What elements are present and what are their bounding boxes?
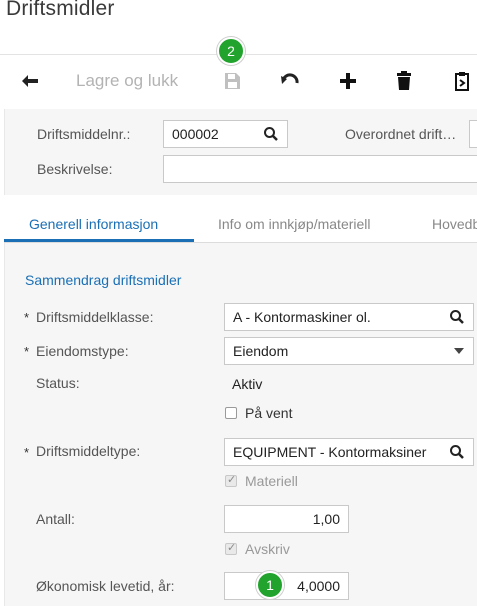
asset-type-field[interactable]: EQUIPMENT - Kontormaksiner	[224, 438, 474, 466]
active-tab-indicator	[4, 239, 194, 242]
asset-class-label: Driftsmiddelklasse:	[36, 309, 154, 325]
quantity-label: Antall:	[36, 511, 75, 527]
depreciate-label: Avskriv	[245, 541, 290, 557]
asset-class-value: A - Kontormaskiner ol.	[233, 309, 371, 325]
description-label: Beskrivelse:	[37, 161, 113, 177]
property-type-label: Eiendomstype:	[36, 343, 129, 359]
asset-no-value: 000002	[172, 126, 219, 142]
back-button[interactable]	[18, 69, 42, 93]
useful-life-field[interactable]: 4,0000	[224, 572, 349, 600]
asset-class-field[interactable]: A - Kontormaskiner ol.	[224, 303, 474, 331]
asset-no-field[interactable]: 000002	[163, 120, 288, 148]
description-field[interactable]	[163, 155, 477, 183]
depreciate-checkbox[interactable]	[225, 541, 237, 555]
asset-type-value: EQUIPMENT - Kontormaksiner	[233, 444, 427, 460]
floppy-disk-icon	[225, 73, 240, 89]
undo-icon	[281, 73, 299, 84]
undo-button[interactable]	[278, 69, 302, 93]
asset-no-label: Driftsmiddelnr.:	[37, 126, 131, 142]
header-section: Driftsmiddelnr.: 000002 Overordnet drift…	[4, 109, 477, 195]
required-mark: *	[24, 445, 30, 460]
asset-type-label: Driftsmiddeltype:	[36, 443, 141, 459]
search-icon[interactable]	[449, 444, 465, 460]
useful-life-value: 4,0000	[297, 578, 340, 594]
step-badge-life: 1	[256, 571, 284, 599]
tab-purchase-info[interactable]: Info om innkjøp/materiell	[218, 216, 371, 232]
material-label: Materiell	[245, 473, 298, 489]
step-badge-save: 2	[217, 37, 245, 65]
quantity-value: 1,00	[312, 511, 340, 527]
property-type-select[interactable]: Eiendom	[224, 337, 474, 365]
plus-icon	[340, 73, 356, 89]
required-mark: *	[24, 310, 30, 325]
save-close-button[interactable]: Lagre og lukk	[76, 69, 178, 93]
form-panel: Driftsmiddelnr.: 000002 Overordnet drift…	[0, 109, 477, 606]
status-label: Status:	[36, 375, 80, 391]
on-hold-label: På vent	[245, 405, 293, 421]
copy-button[interactable]	[452, 69, 472, 93]
clipboard-icon	[455, 72, 469, 91]
chevron-down-icon	[454, 348, 464, 354]
search-icon[interactable]	[449, 309, 465, 325]
parent-asset-field[interactable]	[469, 120, 477, 148]
page-title: Driftsmidler	[6, 0, 115, 20]
parent-asset-label: Overordnet drift…	[345, 126, 457, 142]
property-type-value: Eiendom	[233, 343, 289, 359]
tab-main[interactable]: Hovedb	[432, 216, 477, 232]
section-title: Sammendrag driftsmidler	[25, 272, 182, 288]
arrow-left-icon	[22, 75, 38, 87]
status-value: Aktiv	[232, 376, 263, 392]
toolbar: Lagre og lukk 2	[0, 37, 477, 110]
on-hold-checkbox[interactable]	[225, 407, 237, 419]
add-button[interactable]	[337, 69, 359, 93]
save-button[interactable]	[221, 69, 243, 93]
material-checkbox[interactable]	[225, 473, 237, 487]
tab-general[interactable]: Generell informasjon	[29, 216, 158, 232]
delete-button[interactable]	[394, 69, 414, 93]
trash-icon	[397, 71, 411, 90]
useful-life-label: Økonomisk levetid, år:	[36, 578, 175, 594]
search-icon[interactable]	[263, 126, 279, 142]
save-close-label: Lagre og lukk	[76, 71, 179, 90]
general-tab-content	[4, 243, 477, 606]
tab-bar: Generell informasjon Info om innkjøp/mat…	[4, 204, 477, 243]
required-mark: *	[24, 344, 30, 359]
quantity-field[interactable]: 1,00	[224, 505, 349, 533]
